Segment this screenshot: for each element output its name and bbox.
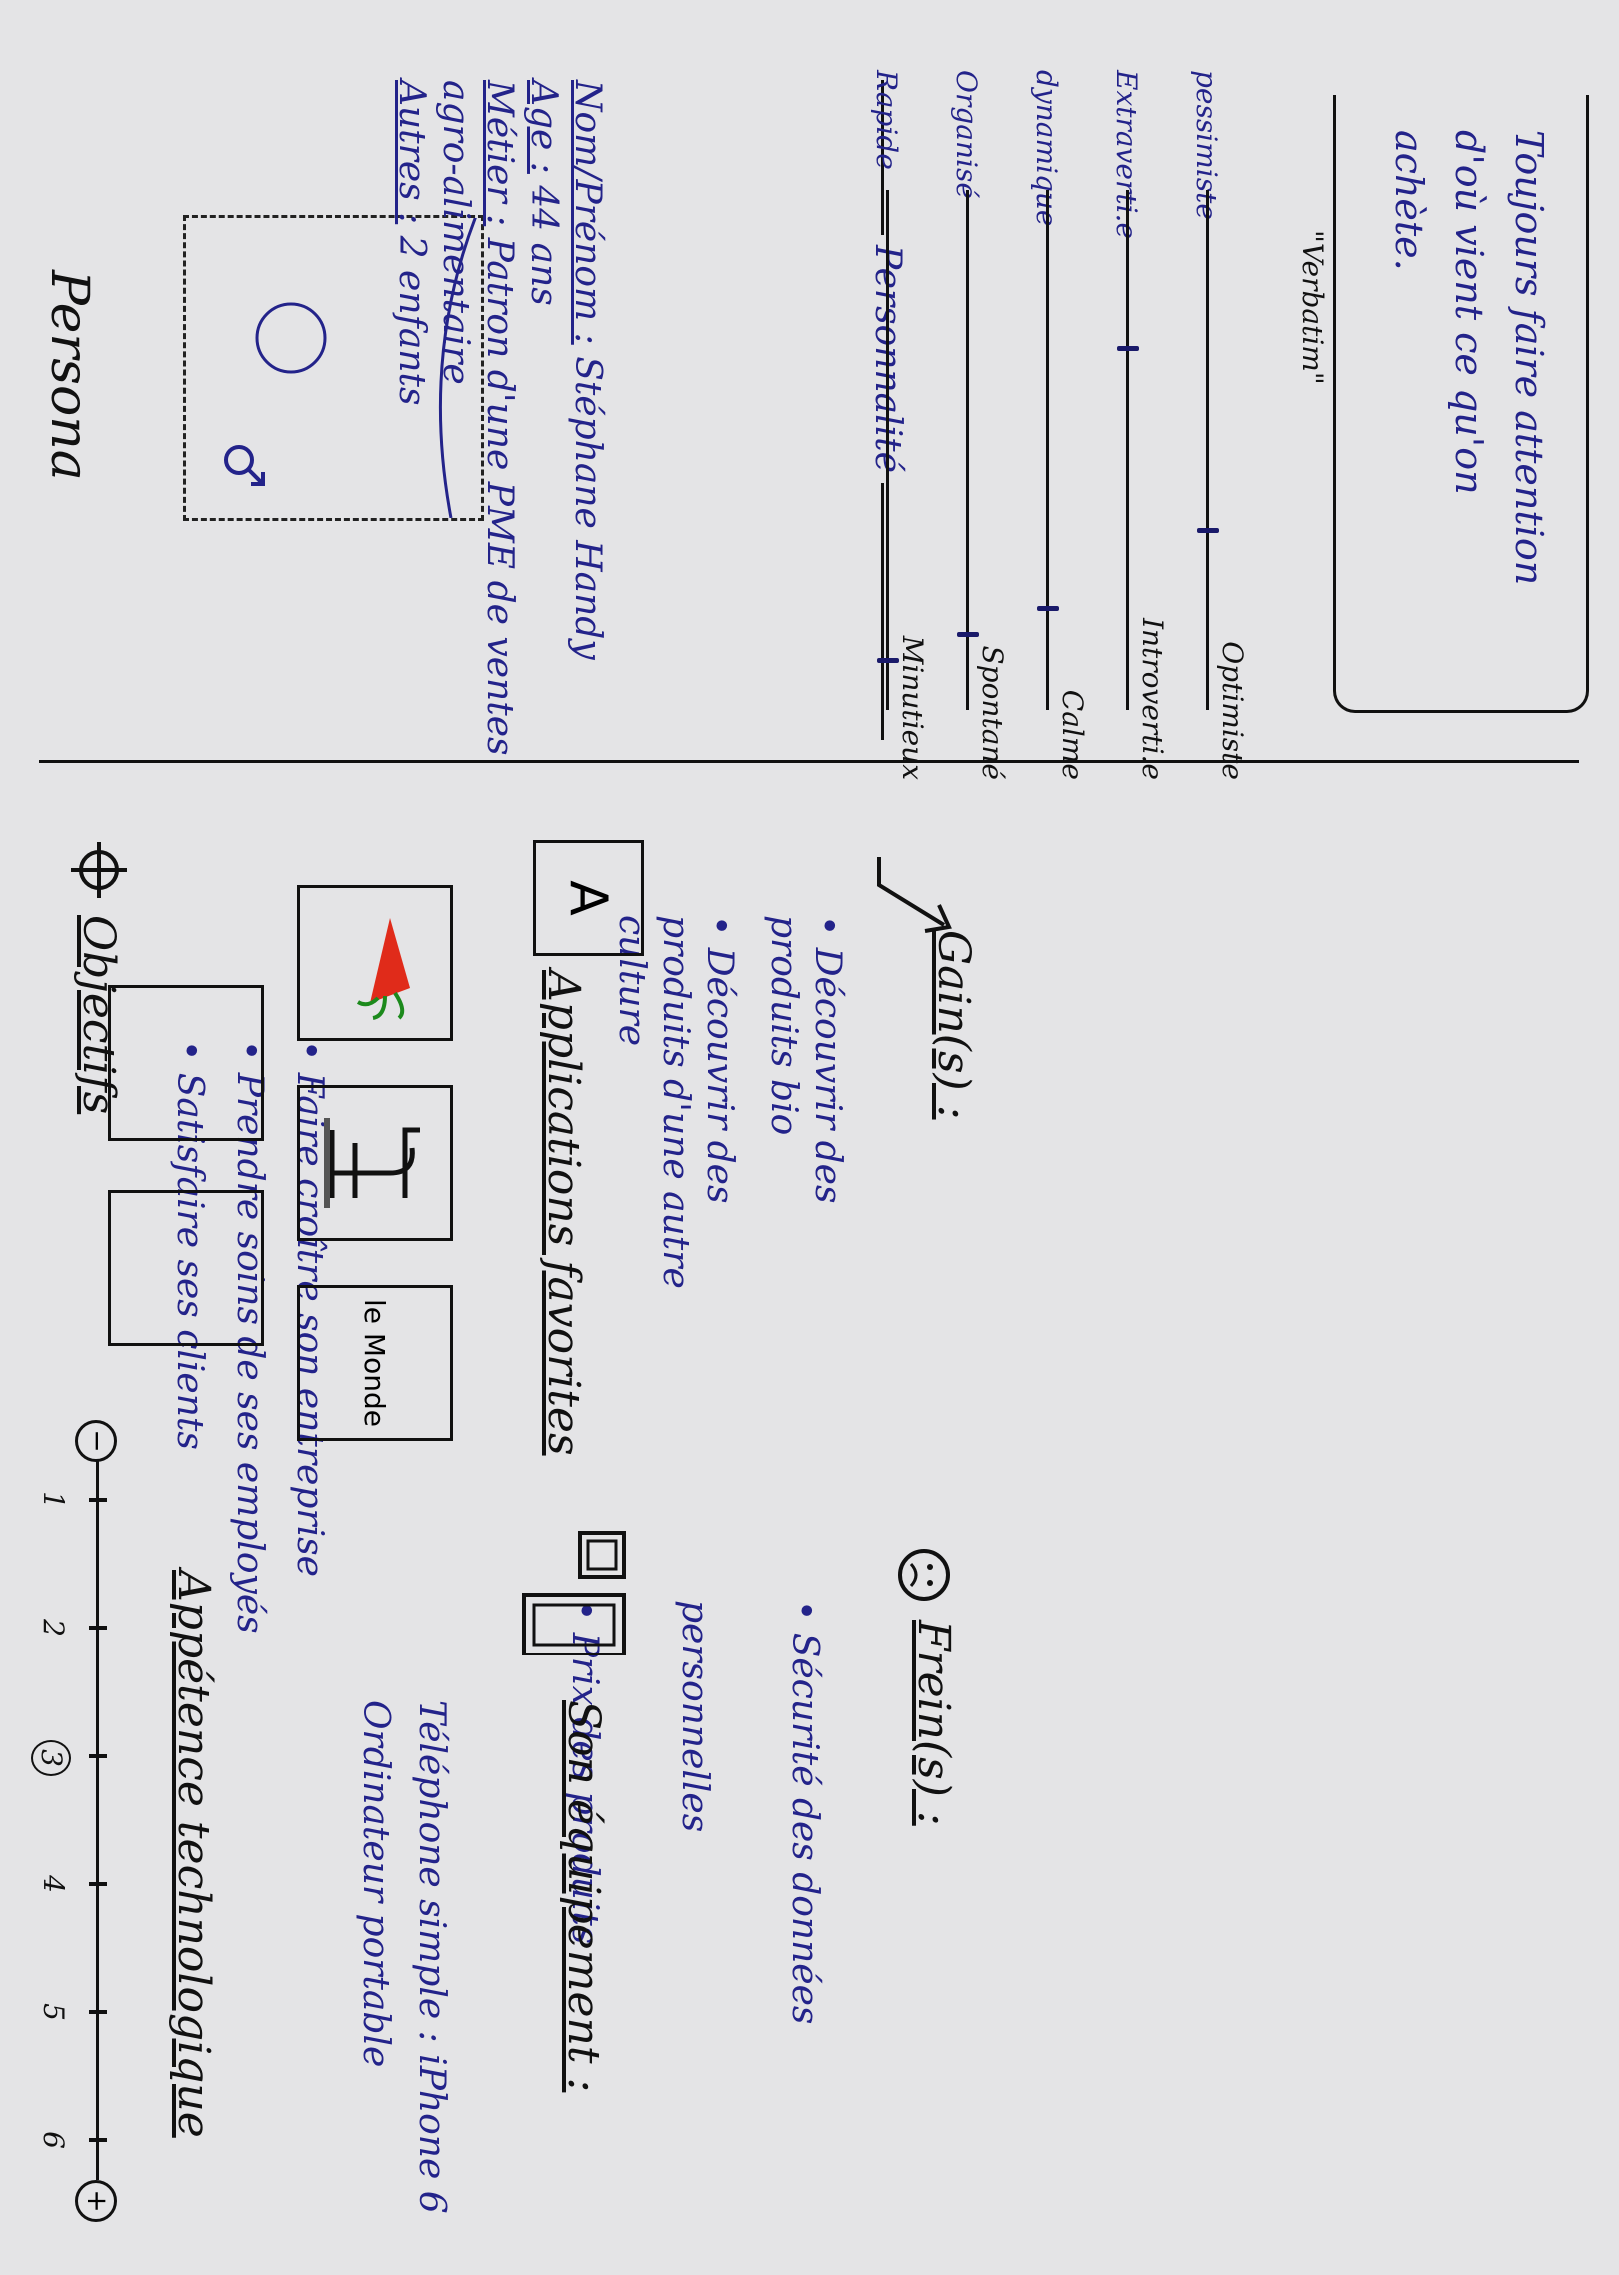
apps-title: Applications favorites bbox=[538, 970, 589, 1456]
slider-track bbox=[1206, 190, 1209, 710]
persona-sheet: Persona Nom/Prénom : Stéphane Handy Age … bbox=[0, 0, 1619, 2275]
section-divider bbox=[39, 760, 1579, 763]
slider-row: Extraverti.e Introverti.e bbox=[1109, 60, 1169, 780]
equipment-list: Téléphone simple : iPhone 6 Ordinateur p… bbox=[347, 1700, 459, 2220]
verbatim-line: Toujours faire attention bbox=[1507, 130, 1551, 586]
frein-item: • Sécurité des données personnelles bbox=[674, 1600, 825, 2025]
age-value: 44 ans bbox=[523, 185, 564, 306]
name-label: Nom/Prénom : bbox=[567, 80, 608, 345]
job-row: Métier : Patron d'une PME de ventes agro… bbox=[433, 80, 521, 780]
facebook-icon bbox=[324, 1118, 420, 1208]
tech-title: Appétence technologique bbox=[168, 1570, 219, 2138]
scale-tick bbox=[89, 2138, 107, 2142]
freins-title: Frein(s) : bbox=[908, 1620, 959, 1826]
gain-item: • Découvrir des produits bio bbox=[763, 915, 848, 1204]
scale-value[interactable]: 6 bbox=[35, 2124, 71, 2156]
scale-tick bbox=[89, 1626, 107, 1630]
computer-icon bbox=[510, 1525, 644, 1657]
slider-right-label: Rapide bbox=[870, 70, 903, 170]
slider-row: Organisé Spontané bbox=[949, 60, 1009, 780]
slider-row: pessimiste Optimiste bbox=[1189, 60, 1249, 780]
name-row: Nom/Prénom : Stéphane Handy bbox=[565, 80, 609, 780]
scale-value[interactable]: 5 bbox=[35, 1996, 71, 2028]
slider-track bbox=[1046, 190, 1049, 710]
app-lemonde[interactable]: le Monde bbox=[297, 1285, 453, 1441]
identity-block: Nom/Prénom : Stéphane Handy Age : 44 ans… bbox=[389, 80, 609, 780]
target-icon bbox=[65, 840, 129, 900]
slider-left-label: Optimiste bbox=[1216, 641, 1249, 780]
slider-right-label: pessimiste bbox=[1190, 70, 1223, 220]
plus-button[interactable]: + bbox=[75, 2180, 117, 2222]
scale-value[interactable]: 4 bbox=[35, 1868, 71, 1900]
slider-row: Rapide Minutieux bbox=[869, 60, 929, 780]
app-empty-2[interactable] bbox=[108, 1190, 264, 1346]
slider-row: dynamique Calme bbox=[1029, 60, 1089, 780]
gains-list: • Découvrir des produits bio • Découvrir… bbox=[609, 915, 849, 1355]
equipment-item: Ordinateur portable bbox=[355, 1700, 396, 2068]
name-value: Stéphane Handy bbox=[567, 356, 608, 660]
app-facebook[interactable] bbox=[297, 1085, 453, 1241]
objective-item: • Prendre soins de ses employés bbox=[229, 1040, 270, 1634]
job-label: Métier : bbox=[479, 80, 520, 227]
slider-left-label: Calme bbox=[1056, 689, 1089, 780]
slider-track bbox=[1126, 190, 1129, 710]
scale-axis bbox=[96, 1460, 99, 2180]
other-row: Autres : 2 enfants bbox=[389, 80, 433, 780]
slider-marker[interactable] bbox=[1037, 606, 1059, 611]
tech-scale: − +1 2 3 4 5 6 bbox=[29, 1420, 159, 2222]
slider-left-label: Minutieux bbox=[896, 635, 929, 780]
app-carrot[interactable] bbox=[297, 885, 453, 1041]
male-symbol-icon bbox=[215, 440, 269, 490]
verbatim-line: d'où vient ce qu'on bbox=[1447, 130, 1491, 495]
slider-right-label: Extraverti.e bbox=[1110, 70, 1143, 240]
slider-marker[interactable] bbox=[1197, 528, 1219, 533]
scale-tick bbox=[89, 1754, 107, 1758]
age-label: Age : bbox=[523, 80, 564, 174]
gain-item: • Découvrir des produits d'une autre cul… bbox=[611, 915, 740, 1289]
gains-title: Gain(s) : bbox=[928, 930, 979, 1120]
other-label: Autres : bbox=[391, 80, 432, 225]
app-empty-1[interactable] bbox=[108, 985, 264, 1141]
minus-button[interactable]: − bbox=[75, 1420, 117, 1462]
slider-right-label: Organisé bbox=[950, 70, 983, 199]
slider-marker[interactable] bbox=[957, 632, 979, 637]
avatar-head bbox=[255, 302, 327, 374]
scale-value[interactable]: 2 bbox=[35, 1612, 71, 1644]
scale-tick bbox=[89, 1498, 107, 1502]
scale-tick bbox=[89, 1882, 107, 1886]
verbatim-title: "Verbatim" bbox=[1296, 230, 1329, 385]
sad-face-icon bbox=[890, 1545, 954, 1605]
app-letter[interactable]: A bbox=[533, 840, 644, 956]
slider-marker[interactable] bbox=[1117, 346, 1139, 351]
slider-marker[interactable] bbox=[877, 658, 899, 663]
slider-left-label: Introverti.e bbox=[1136, 617, 1169, 780]
slider-right-label: dynamique bbox=[1030, 70, 1063, 227]
scale-value[interactable]: 1 bbox=[35, 1484, 71, 1516]
other-value: 2 enfants bbox=[391, 235, 432, 406]
scale-tick bbox=[89, 2010, 107, 2014]
age-row: Age : 44 ans bbox=[521, 80, 565, 780]
page-title: Persona bbox=[39, 270, 99, 481]
personality-sliders: pessimiste Optimiste Extraverti.e Introvert… bbox=[870, 60, 1249, 780]
equipment-title: Son équipement : bbox=[558, 1700, 609, 2093]
equipment-item: Téléphone simple : iPhone 6 bbox=[411, 1700, 452, 2214]
slider-track bbox=[886, 190, 889, 710]
carrot-icon bbox=[356, 918, 410, 1020]
verbatim-line: achète. bbox=[1387, 130, 1431, 271]
scale-value[interactable]: 3 bbox=[31, 1740, 71, 1776]
verbatim-text: Toujours faire attention d'où vient ce q… bbox=[1379, 130, 1559, 690]
slider-left-label: Spontané bbox=[976, 645, 1009, 780]
